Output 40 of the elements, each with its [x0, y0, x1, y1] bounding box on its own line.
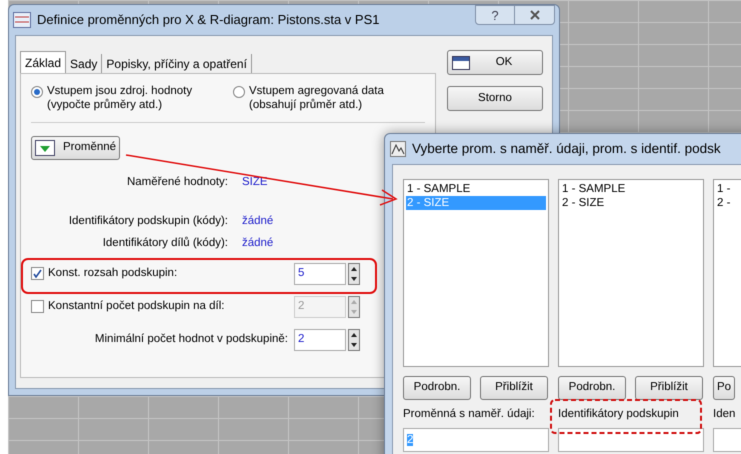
assignment-value[interactable]: žádné [242, 234, 274, 252]
spin-field[interactable]: 2 [294, 328, 346, 351]
list-item[interactable]: 1 - SAMPLE [561, 182, 701, 196]
grid-icon [452, 56, 470, 70]
window-title: Vyberte prom. s naměř. údaji, prom. s identif. podsk [412, 140, 721, 158]
list-button[interactable]: Podrobn. [558, 376, 626, 400]
spin-buttons[interactable] [348, 328, 360, 351]
window-icon [13, 12, 31, 28]
list-button[interactable]: Podrobn. [403, 376, 471, 400]
spin-field[interactable]: 5 [294, 262, 346, 285]
list-item[interactable]: 2 - [716, 196, 741, 210]
variables-button[interactable]: Proměnné [31, 136, 120, 160]
list-item[interactable]: 1 - [716, 182, 741, 196]
checkbox[interactable]: Konst. rozsah podskupin: [31, 265, 294, 282]
tab[interactable]: Základ [20, 51, 66, 73]
list-button[interactable]: Přiblížit [480, 376, 548, 400]
assignment-label: Naměřené hodnoty: [126, 175, 228, 190]
option-label: Minimální počet hodnot v podskupině: [94, 332, 289, 348]
list-button[interactable]: Po [713, 376, 736, 400]
assignment-value[interactable]: žádné [242, 213, 274, 230]
spin-buttons[interactable] [348, 262, 360, 285]
list-label: Iden [713, 407, 736, 422]
chart-icon [390, 141, 406, 157]
assignment-label: Identifikátory dílů (kódy): [102, 236, 228, 250]
dialog-button[interactable]: OK [447, 50, 543, 75]
list-button[interactable]: Přiblížit [635, 376, 703, 400]
radio-button[interactable]: Vstupem jsou zdroj. hodnoty (vypočte průměry atd.) [31, 84, 221, 112]
window-title: Definice proměnných pro X & R-diagram: Pistons.sta v PS1 [37, 11, 380, 30]
list-item[interactable]: 2 - SIZE [561, 196, 701, 210]
close-icon [530, 10, 540, 20]
assignment-label: Identifikátory podskupin (kódy): [68, 214, 228, 230]
help-button[interactable]: ? [475, 5, 515, 25]
close-button[interactable] [515, 5, 555, 25]
dialog-button[interactable]: Storno [447, 86, 543, 111]
list-label: Identifikátory podskupin [558, 407, 679, 422]
variables-icon [35, 140, 55, 156]
radio-button[interactable]: Vstupem agregovaná data (obsahují průměr atd.) [233, 84, 423, 112]
variable-field[interactable] [558, 428, 704, 452]
list-item[interactable]: 1 - SAMPLE [406, 182, 546, 196]
list-label: Proměnná s naměř. údaji: [403, 407, 535, 422]
